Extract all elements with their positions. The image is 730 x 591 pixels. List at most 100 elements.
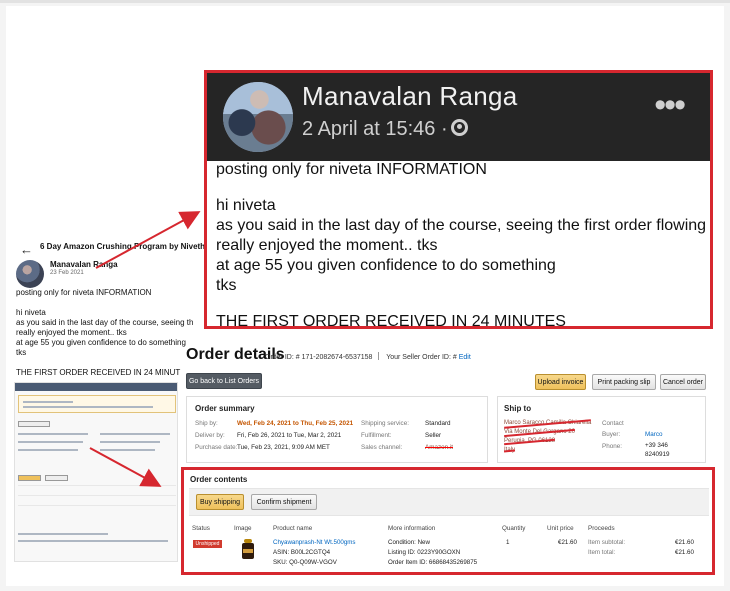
thumbnail-line [18, 433, 88, 435]
condition: Condition: New [388, 539, 430, 546]
thumbnail-button [45, 475, 68, 481]
order-summary-title: Order summary [195, 404, 255, 413]
ship-address-line: Italy [504, 447, 516, 453]
table-header: Quantity [502, 525, 526, 532]
fulfillment-value: Seller [425, 432, 442, 439]
thumbnail-line [18, 533, 108, 535]
post-line: really enjoyed the moment.. tks [216, 237, 438, 254]
item-subtotal-label: Item subtotal: [588, 539, 626, 546]
post-date: 2 April at 15:46 · [302, 118, 448, 140]
post-line: posting only for niveta INFORMATION [216, 161, 487, 178]
thumbnail-alert [18, 395, 176, 413]
thumbnail-line [23, 406, 153, 408]
left-post-line: as you said in the last day of the cours… [16, 318, 194, 327]
more-options-icon[interactable]: ••• [654, 88, 686, 122]
left-post-line: hi niveta [16, 308, 46, 317]
ship-to-panel: Ship to Marco Saracco Camilla Chiarella … [497, 396, 706, 463]
left-post-author: Manavalan Ranga [50, 260, 118, 269]
buy-shipping-button[interactable]: Buy shipping [196, 494, 244, 510]
thumbnail-line [100, 433, 170, 435]
table-header: Product name [273, 525, 313, 532]
order-actions-bar: Buy shipping Confirm shipment [189, 488, 709, 516]
cancel-order-button[interactable]: Cancel order [660, 374, 706, 390]
thumbnail-line [23, 401, 73, 403]
shipping-service-value: Standard [425, 420, 451, 427]
post-line: at age 55 you given confidence to do som… [216, 257, 556, 274]
table-header: Status [192, 525, 210, 532]
purchase-date-label: Purchase date: [195, 444, 238, 451]
shipping-service-label: Shipping service: [361, 420, 409, 427]
sales-channel-value: Amazon.it [425, 444, 453, 451]
thumbnail-line [18, 441, 83, 443]
ship-by-label: Ship by: [195, 420, 218, 427]
profile-avatar[interactable] [223, 82, 293, 152]
purchase-date-value: Tue, Feb 23, 2021, 9:09 AM MET [237, 444, 330, 451]
left-order-thumbnail [14, 382, 178, 562]
back-arrow-icon[interactable]: ← [20, 242, 33, 257]
thumbnail-row [18, 495, 176, 505]
thumbnail-line [100, 441, 160, 443]
deliver-by-value: Fri, Feb 26, 2021 to Tue, Mar 2, 2021 [237, 432, 342, 439]
thumbnail-line [18, 540, 168, 542]
table-header: More information [388, 525, 436, 532]
status-badge: Unshipped [193, 540, 222, 548]
seller-order-id: Your Seller Order ID: # [386, 354, 457, 361]
edit-link[interactable]: Edit [459, 354, 471, 361]
thumbnail-button [18, 421, 50, 427]
ship-address-line: Marco Saracco Camilla Chiarella [504, 420, 592, 426]
thumbnail-browser-bar [15, 383, 177, 391]
globe-icon [450, 119, 468, 136]
post-line: tks [216, 277, 237, 294]
confirm-shipment-button[interactable]: Confirm shipment [251, 494, 317, 510]
table-header: Proceeds [588, 525, 615, 532]
order-summary-panel: Order summary Ship by: Wed, Feb 24, 2021… [186, 396, 488, 463]
table-header: Image [234, 525, 252, 532]
left-post-line: posting only for niveta INFORMATION [16, 288, 152, 297]
order-id: Order ID: # 171-2082674-6537158 [265, 354, 373, 361]
listing-id: Listing ID: 0223Y90GOXN [388, 549, 461, 556]
collage-background: ← 6 Day Amazon Crushing Program by Nivet… [0, 0, 730, 591]
item-total: €21.60 [675, 549, 694, 556]
order-item-id: Order Item ID: 66868435269875 [388, 559, 478, 566]
phone-value-second: 8240919 [645, 451, 670, 458]
facebook-post-header: Manavalan Ranga 2 April at 15:46 · ••• [207, 73, 710, 161]
thumbnail-button [18, 475, 41, 481]
phone-value: +39 346 [645, 442, 668, 449]
amazon-order-details: Order details Order ID: # 171-2082674-65… [181, 346, 716, 586]
top-divider [0, 0, 730, 3]
buyer-label: Buyer: [602, 431, 621, 438]
post-line: THE FIRST ORDER RECEIVED IN 24 MINUTES [216, 313, 566, 329]
product-name-link[interactable]: Chyawanprash-Nt Wt.500gms [273, 539, 356, 546]
ship-by-value: Wed, Feb 24, 2021 to Thu, Feb 25, 2021 [237, 420, 354, 427]
item-total-label: Item total: [588, 549, 616, 556]
post-line: as you said in the last day of the cours… [216, 217, 707, 234]
left-post-avatar [16, 260, 44, 288]
sales-channel-label: Sales channel: [361, 444, 403, 451]
facebook-post-highlight: Manavalan Ranga 2 April at 15:46 · ••• p… [204, 70, 713, 329]
quantity: 1 [506, 539, 510, 546]
ship-address-line: Perugia, PG 06128 [504, 438, 556, 444]
phone-label: Phone: [602, 443, 622, 450]
unit-price: €21.60 [558, 539, 577, 546]
order-id-line: Order ID: # 171-2082674-6537158 Your Sel… [265, 352, 471, 361]
product-asin: ASIN: B00L2CGTQ4 [273, 549, 331, 556]
ship-address-line: Via Monte Del Gargano 20 [504, 429, 575, 435]
divider [378, 352, 380, 360]
item-subtotal: €21.60 [675, 539, 694, 546]
ship-to-title: Ship to [504, 404, 532, 413]
upload-invoice-button[interactable]: Upload invoice [535, 374, 586, 390]
product-sku: SKU: Q0-Q09W-VGOV [273, 559, 337, 566]
program-title: 6 Day Amazon Crushing Program by Niveth [40, 242, 206, 251]
buyer-link[interactable]: Marco [645, 431, 663, 438]
deliver-by-label: Deliver by: [195, 432, 225, 439]
order-contents-title: Order contents [190, 475, 248, 484]
go-back-button[interactable]: Go back to List Orders [186, 373, 262, 389]
thumbnail-line [100, 449, 155, 451]
post-author[interactable]: Manavalan Ranga [302, 81, 518, 112]
fulfillment-label: Fulfillment: [361, 432, 392, 439]
left-post-line: really enjoyed the moment.. tks [16, 328, 127, 337]
table-header: Unit price [547, 525, 574, 532]
contact-label: Contact [602, 420, 624, 427]
print-packing-slip-button[interactable]: Print packing slip [592, 374, 656, 390]
post-timestamp[interactable]: 2 April at 15:46 · [302, 118, 468, 141]
